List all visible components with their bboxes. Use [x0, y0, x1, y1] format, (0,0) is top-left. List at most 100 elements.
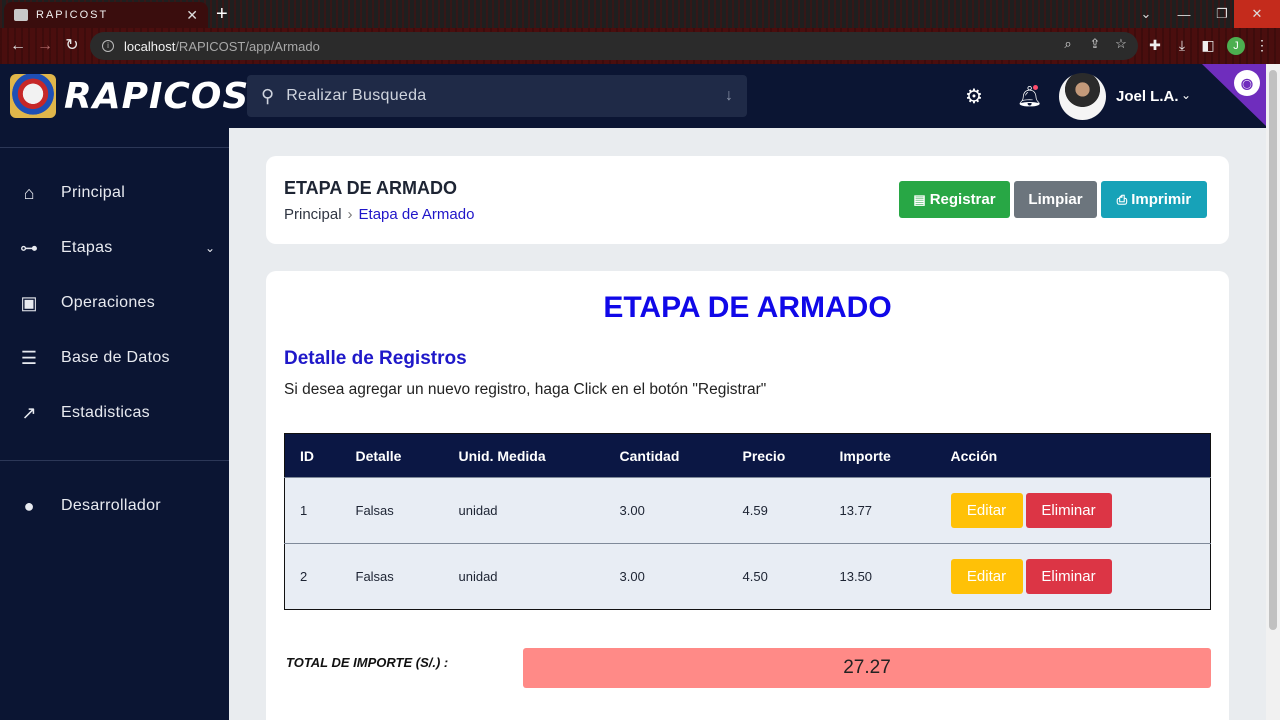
browser-tab[interactable]: RAPICOST ✕	[4, 2, 208, 28]
delete-button[interactable]: Eliminar	[1025, 559, 1112, 594]
arrow-down-icon: ↓	[725, 87, 733, 104]
cell-cantidad: 3.00	[604, 477, 728, 544]
minimize-icon[interactable]: —	[1165, 0, 1203, 28]
edit-button[interactable]: Editar	[950, 559, 1023, 594]
sidebar-divider	[0, 460, 229, 461]
gear-icon[interactable]: ⚙	[965, 84, 983, 109]
share-icon[interactable]: ⇪	[1087, 36, 1103, 52]
close-window-icon[interactable]: ✕	[1234, 0, 1280, 28]
scrollbar-thumb[interactable]	[1269, 70, 1277, 630]
logo[interactable]: RAPICOST	[10, 74, 275, 118]
back-icon[interactable]: ←	[8, 36, 28, 56]
sidebar-item-operaciones[interactable]: ▣ Operaciones	[0, 283, 229, 323]
search-input[interactable]	[286, 87, 725, 105]
cell-detalle: Falsas	[340, 477, 444, 544]
address-bar[interactable]: i localhost/RAPICOST/app/Armado	[90, 32, 1138, 60]
site-info-icon[interactable]: i	[102, 40, 114, 52]
records-title: Detalle de Registros	[284, 348, 467, 369]
more-menu-icon[interactable]: ⋮	[1253, 37, 1271, 54]
table-header-row: ID Detalle Unid. Medida Cantidad Precio …	[284, 433, 1211, 478]
search-icon: ⚲	[261, 85, 275, 106]
total-label: TOTAL DE IMPORTE (S/.) :	[286, 655, 449, 670]
table-row: 2 Falsas unidad 3.00 4.50 13.50 Editar El…	[284, 543, 1211, 610]
cell-detalle: Falsas	[340, 543, 444, 610]
user-name[interactable]: Joel L.A.	[1116, 88, 1179, 105]
money-icon: ▣	[20, 292, 38, 313]
logo-text: RAPICOST	[64, 75, 275, 117]
cell-precio: 4.59	[727, 477, 825, 544]
cell-id: 1	[284, 477, 341, 544]
sidebar-item-estadisticas[interactable]: ↗ Estadisticas	[0, 393, 229, 433]
close-tab-icon[interactable]: ✕	[186, 7, 198, 24]
chevron-down-icon: ⌄	[204, 241, 215, 255]
register-button-label: Registrar	[929, 191, 996, 208]
tab-search-icon[interactable]: ⌄	[1127, 0, 1165, 28]
app-header: RAPICOST ⚲ ↓ ⚙ 🔔︎ Joel L.A. ⌄	[0, 64, 1280, 128]
database-icon: ☰	[20, 347, 38, 368]
cell-precio: 4.50	[727, 543, 825, 610]
column-header: Importe	[824, 433, 936, 478]
chart-line-icon: ↗	[21, 402, 37, 423]
records-table: ID Detalle Unid. Medida Cantidad Precio …	[284, 433, 1211, 610]
sitemap-icon: ⊶	[20, 237, 38, 258]
bell-icon[interactable]: 🔔︎	[1017, 84, 1042, 109]
cell-unidad: unidad	[443, 543, 605, 610]
chevron-right-icon: ›	[347, 206, 353, 223]
file-icon: ▤	[913, 191, 926, 207]
zoom-icon[interactable]: ⌕	[1060, 36, 1076, 52]
total-value: 27.27	[523, 648, 1211, 688]
sidebar-item-label: Base de Datos	[61, 349, 170, 366]
column-header: ID	[284, 433, 341, 478]
tab-title: RAPICOST	[36, 9, 109, 21]
page-title: ETAPA DE ARMADO	[284, 178, 457, 198]
main-content: ETAPA DE ARMADO Principal › Etapa de Armad…	[229, 128, 1266, 720]
print-button[interactable]: ⎙ Imprimir	[1101, 181, 1207, 218]
breadcrumb-current: Etapa de Armado	[358, 206, 475, 223]
cell-actions: Editar Eliminar	[935, 543, 1211, 610]
breadcrumb: Principal › Etapa de Armado	[284, 206, 474, 223]
url-host: localhost	[124, 38, 176, 54]
sidebar: ⌂ Principal ⊶ Etapas ⌄ ▣ Operaciones ☰ B…	[0, 128, 229, 720]
reload-icon[interactable]: ↻	[62, 36, 82, 56]
new-tab-button[interactable]: +	[216, 2, 228, 26]
sidebar-item-desarrollador[interactable]: ● Desarrollador	[0, 486, 229, 526]
column-header: Precio	[727, 433, 825, 478]
sidebar-item-label: Principal	[61, 184, 126, 201]
sidebar-item-etapas[interactable]: ⊶ Etapas ⌄	[0, 228, 229, 268]
edit-button[interactable]: Editar	[950, 493, 1023, 528]
clear-button[interactable]: Limpiar	[1014, 181, 1097, 218]
favicon-icon	[14, 9, 28, 21]
cell-id: 2	[284, 543, 341, 610]
bookmark-star-icon[interactable]: ☆	[1113, 36, 1129, 52]
section-heading: ETAPA DE ARMADO	[603, 291, 892, 324]
register-button[interactable]: ▤ Registrar	[899, 181, 1010, 218]
avatar[interactable]	[1059, 73, 1106, 120]
search-bar: ⚲ ↓	[247, 75, 747, 117]
cell-importe: 13.77	[824, 477, 936, 544]
github-icon[interactable]: ◉	[1234, 70, 1260, 96]
sidebar-item-label: Estadisticas	[61, 404, 150, 421]
chevron-down-icon[interactable]: ⌄	[1181, 88, 1191, 102]
browser-toolbar: ← → ↻ i localhost/RAPICOST/app/Armado ⌕ …	[0, 28, 1280, 64]
delete-button[interactable]: Eliminar	[1025, 493, 1112, 528]
breadcrumb-principal[interactable]: Principal	[284, 206, 342, 223]
sidebar-item-label: Etapas	[61, 239, 113, 256]
profile-avatar[interactable]: J	[1227, 37, 1245, 55]
sidebar-item-label: Desarrollador	[61, 497, 161, 514]
home-icon: ⌂	[23, 182, 35, 203]
sidebar-divider	[0, 147, 229, 148]
sidebar-item-principal[interactable]: ⌂ Principal	[0, 173, 229, 213]
column-header: Detalle	[340, 433, 444, 478]
cell-unidad: unidad	[443, 477, 605, 544]
records-card: ETAPA DE ARMADO Detalle de Registros Si …	[266, 271, 1229, 720]
column-header: Acción	[935, 433, 1211, 478]
table-row: 1 Falsas unidad 3.00 4.59 13.77 Editar El…	[284, 477, 1211, 544]
browser-tab-bar: RAPICOST ✕ + ⌄ — ❐ ✕	[0, 0, 1280, 28]
forward-icon[interactable]: →	[35, 36, 55, 56]
sidebar-item-base-de-datos[interactable]: ☰ Base de Datos	[0, 338, 229, 378]
extensions-icon[interactable]: ✚	[1146, 37, 1164, 54]
url-path: /RAPICOST/app/Armado	[175, 38, 320, 54]
download-icon[interactable]: ⤓	[1173, 37, 1191, 54]
sidepanel-icon[interactable]: ◧	[1199, 37, 1217, 54]
cell-actions: Editar Eliminar	[935, 477, 1211, 544]
